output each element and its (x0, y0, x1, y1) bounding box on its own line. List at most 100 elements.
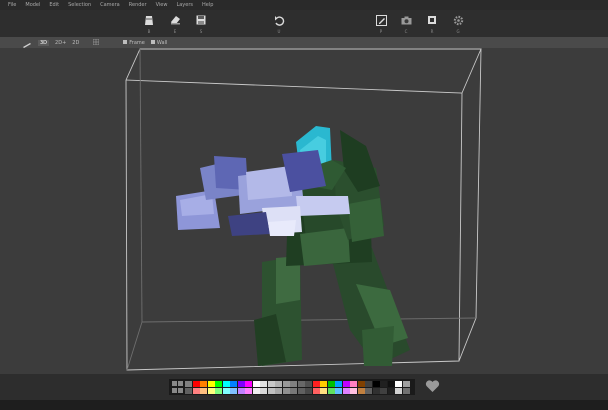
view-2d-button[interactable]: 2D (72, 40, 79, 46)
palette-swatch[interactable] (387, 388, 395, 394)
palette-swatch[interactable] (282, 381, 290, 387)
crop-button[interactable]: R (423, 14, 441, 36)
palette-swatch[interactable] (207, 388, 215, 394)
palette-swatch[interactable] (215, 381, 222, 387)
palette-swatch[interactable] (230, 388, 237, 394)
palette-swatch[interactable] (342, 381, 350, 387)
palette-swatch[interactable] (200, 388, 207, 394)
camera-button[interactable]: C (397, 14, 415, 36)
palette-swatch[interactable] (252, 388, 260, 394)
palette-swatch[interactable] (275, 388, 282, 394)
palette-swatch[interactable] (297, 381, 305, 387)
palette-tool-icon[interactable] (172, 381, 177, 386)
save-icon (195, 14, 207, 26)
menu-render[interactable]: Render (129, 2, 147, 8)
palette-swatch[interactable] (320, 388, 327, 394)
palette-swatch[interactable] (387, 381, 395, 387)
camera-shortcut: C (404, 29, 408, 34)
palette-swatch[interactable] (357, 388, 365, 394)
menu-layers[interactable]: Layers (176, 2, 193, 8)
palette-swatch[interactable] (327, 388, 335, 394)
menu-edit[interactable]: Edit (49, 2, 59, 8)
palette-swatch[interactable] (192, 388, 200, 394)
palette-swatch[interactable] (312, 388, 320, 394)
palette-swatch[interactable] (245, 381, 252, 387)
palette-swatch[interactable] (260, 388, 267, 394)
palette-swatch[interactable] (342, 388, 350, 394)
palette-swatch[interactable] (365, 381, 372, 387)
palette-swatch[interactable] (335, 388, 342, 394)
palette-swatch[interactable] (185, 381, 192, 387)
palette-swatch[interactable] (357, 381, 365, 387)
menu-view[interactable]: View (156, 2, 168, 8)
palette-swatch[interactable] (320, 381, 327, 387)
palette-swatch[interactable] (215, 388, 222, 394)
crop-shortcut: R (430, 29, 434, 34)
wall-toggle[interactable]: Wall (150, 40, 167, 46)
palette-swatch[interactable] (290, 381, 297, 387)
palette-swatch[interactable] (402, 381, 410, 387)
eraser-button[interactable]: E (166, 14, 184, 36)
palette-swatch[interactable] (245, 388, 252, 394)
palette-tool-icon[interactable] (172, 388, 177, 393)
soldier-model (254, 126, 410, 366)
menu-camera[interactable]: Camera (100, 2, 120, 8)
palette-swatch[interactable] (372, 381, 380, 387)
palette-swatch[interactable] (327, 381, 335, 387)
view-2d5-button[interactable]: 2D+ (55, 40, 66, 46)
palette-swatch[interactable] (290, 388, 297, 394)
palette-swatch[interactable] (222, 381, 230, 387)
palette-swatch[interactable] (312, 381, 320, 387)
palette-swatch[interactable] (380, 388, 387, 394)
menubar: File Model Edit Selection Camera Render … (0, 0, 608, 10)
menu-file[interactable]: File (8, 2, 16, 8)
main-toolbar: B E S U P C R G (0, 10, 608, 37)
voxel-viewport[interactable] (0, 48, 608, 374)
grid-icon[interactable] (92, 38, 100, 47)
frame-toggle[interactable]: Frame (123, 40, 145, 46)
menu-help[interactable]: Help (202, 2, 213, 8)
palette-swatch[interactable] (305, 381, 312, 387)
menu-model[interactable]: Model (25, 2, 40, 8)
palette-swatch[interactable] (260, 381, 267, 387)
undo-button[interactable]: U (270, 14, 288, 36)
edit-button[interactable]: P (372, 14, 390, 36)
view-3d-button[interactable]: 3D (38, 39, 50, 46)
palette-swatch[interactable] (282, 388, 290, 394)
color-palette[interactable] (169, 379, 415, 395)
palette-swatch[interactable] (207, 381, 215, 387)
settings-button[interactable]: G (449, 14, 467, 36)
voxel-scene (125, 48, 482, 371)
frame-toggle-label: Frame (129, 39, 145, 46)
palette-swatch[interactable] (230, 381, 237, 387)
palette-swatch[interactable] (350, 388, 357, 394)
palette-tool-icon[interactable] (178, 388, 183, 393)
palette-swatch[interactable] (335, 381, 342, 387)
status-bar (0, 400, 608, 410)
palette-swatch[interactable] (200, 381, 207, 387)
palette-swatch[interactable] (192, 381, 200, 387)
palette-swatch[interactable] (380, 381, 387, 387)
palette-swatch[interactable] (305, 388, 312, 394)
palette-swatch[interactable] (267, 388, 275, 394)
palette-swatch[interactable] (237, 388, 245, 394)
palette-swatch[interactable] (350, 381, 357, 387)
palette-swatch[interactable] (252, 381, 260, 387)
palette-swatch[interactable] (402, 388, 410, 394)
palette-swatch[interactable] (395, 381, 402, 387)
palette-swatch[interactable] (372, 388, 380, 394)
heart-icon[interactable] (425, 379, 440, 394)
palette-swatch[interactable] (275, 381, 282, 387)
palette-swatch[interactable] (297, 388, 305, 394)
save-button[interactable]: S (192, 14, 210, 36)
palette-swatch[interactable] (267, 381, 275, 387)
paint-bucket-button[interactable]: B (140, 14, 158, 36)
wall-checkbox-icon (150, 40, 155, 44)
palette-swatch[interactable] (237, 381, 245, 387)
palette-swatch[interactable] (395, 388, 402, 394)
palette-swatch[interactable] (185, 388, 192, 394)
palette-swatch[interactable] (222, 388, 230, 394)
palette-tool-icon[interactable] (178, 381, 183, 386)
palette-swatch[interactable] (365, 388, 372, 394)
menu-selection[interactable]: Selection (68, 2, 91, 8)
